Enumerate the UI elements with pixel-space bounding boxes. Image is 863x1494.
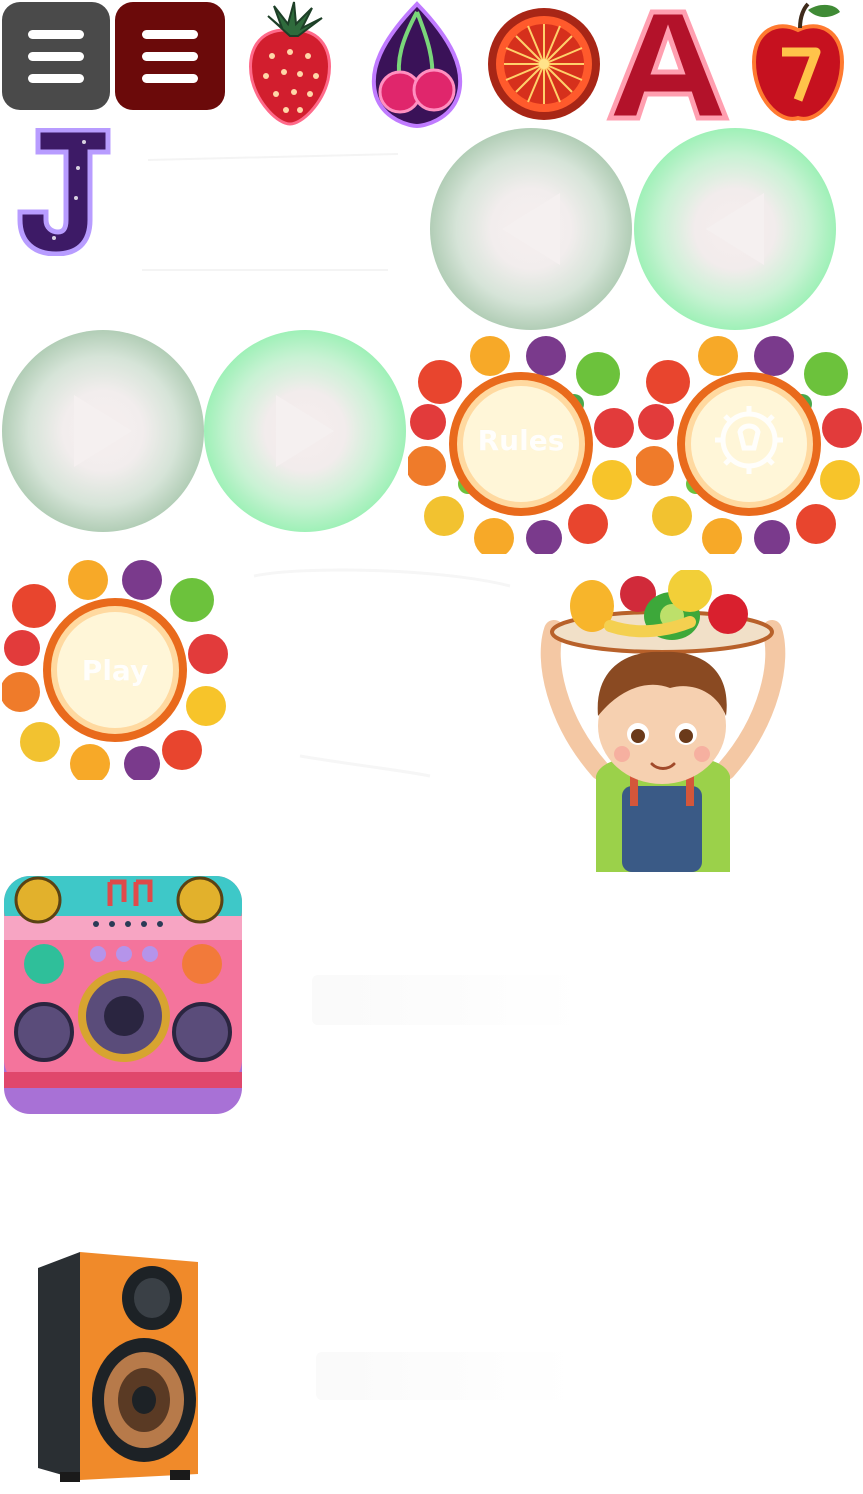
next-button-hover[interactable] [204,330,406,532]
letter-j-icon [17,128,111,256]
menu-line [28,73,84,83]
strawberry-icon [249,1,331,126]
play-arrow-icon [74,395,132,467]
menu-button-red[interactable] [115,2,225,110]
rules-button[interactable]: Rules [408,334,634,554]
back-arrow-icon [502,193,560,265]
menu-line [142,51,198,61]
faint-shape [316,1352,576,1400]
menu-line [142,73,198,83]
faint-shape [312,975,582,1025]
orange-slice-icon [488,8,600,120]
boy-fruit-tray-illustration [540,570,786,872]
play-button[interactable]: Play [2,558,228,780]
letter-a-icon [606,9,730,121]
faint-shape [142,153,399,271]
rules-label: Rules [477,424,565,457]
back-arrow-icon [706,193,764,265]
play-arrow-icon [276,395,334,467]
back-button-normal[interactable] [430,128,632,330]
bookshelf-speaker-icon [38,1252,198,1482]
next-button-normal[interactable] [2,330,204,532]
settings-button[interactable] [636,334,862,554]
radio-speaker-icon [4,876,242,1114]
menu-line [28,51,84,61]
back-button-hover[interactable] [634,128,836,330]
apple-seven-icon [751,2,845,121]
fruit-wreath [636,336,862,554]
faint-shape [253,568,511,778]
cherry-icon [371,1,463,128]
play-label: Play [81,654,149,687]
menu-line [142,29,198,39]
menu-line [28,29,84,39]
menu-button-gray[interactable] [2,2,110,110]
